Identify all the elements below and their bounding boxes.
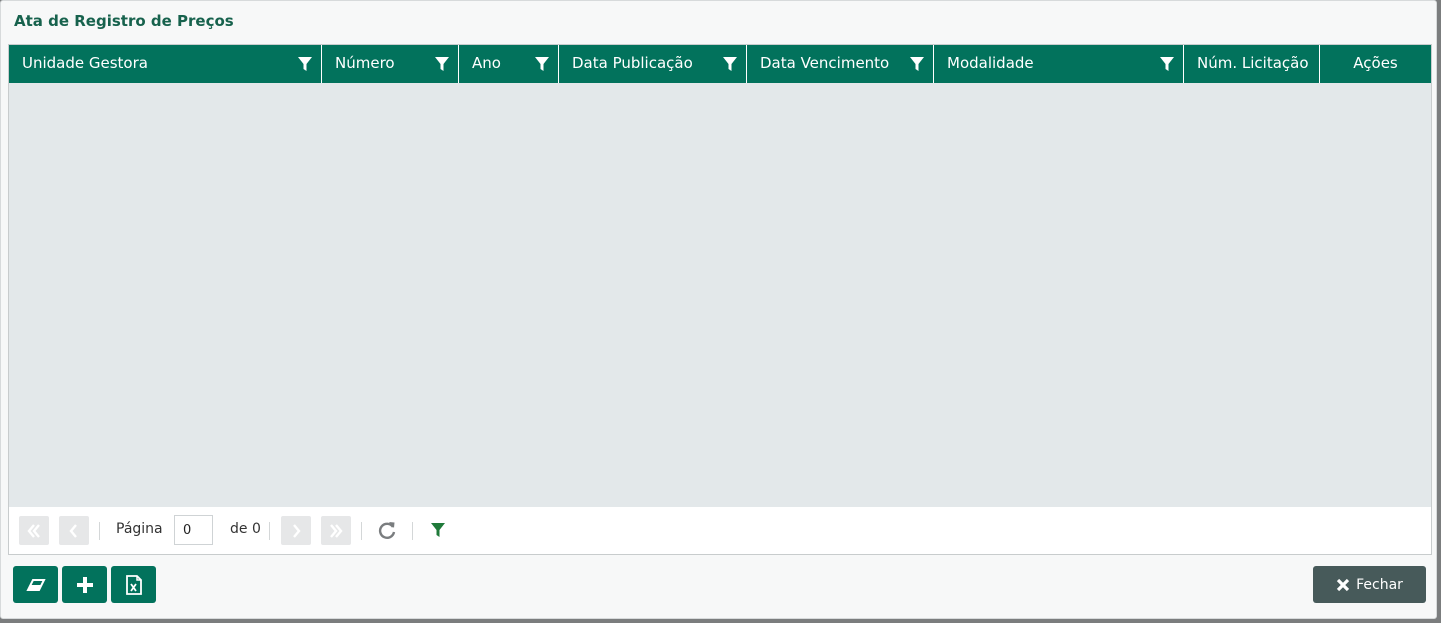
- export-excel-button[interactable]: [111, 566, 156, 603]
- column-label: Número: [335, 54, 395, 72]
- eraser-icon: [25, 578, 46, 591]
- filter-icon[interactable]: [434, 56, 450, 72]
- refresh-button[interactable]: [376, 519, 398, 541]
- next-page-button[interactable]: [281, 516, 311, 545]
- refresh-icon: [378, 522, 396, 539]
- column-label: Data Publicação: [572, 54, 693, 72]
- chevron-left-icon: [69, 523, 77, 538]
- page-label: Página: [116, 521, 163, 537]
- column-header-data-vencimento[interactable]: Data Vencimento: [747, 45, 934, 83]
- double-chevron-right-icon: [330, 523, 343, 538]
- column-header-acoes: Ações: [1320, 45, 1431, 83]
- close-button[interactable]: Fechar: [1313, 566, 1426, 603]
- column-label: Modalidade: [947, 54, 1034, 72]
- column-header-data-publicacao[interactable]: Data Publicação: [559, 45, 747, 83]
- grid-panel: Unidade Gestora Número Ano Data Publicaç…: [8, 44, 1432, 555]
- pager-separator: [412, 522, 413, 540]
- close-label: Fechar: [1356, 576, 1403, 593]
- column-header-unidade-gestora[interactable]: Unidade Gestora: [9, 45, 322, 83]
- dialog-title: Ata de Registro de Preços: [14, 12, 234, 30]
- filter-icon[interactable]: [297, 56, 313, 72]
- filter-icon[interactable]: [909, 56, 925, 72]
- column-header-modalidade[interactable]: Modalidade: [934, 45, 1184, 83]
- column-header-ano[interactable]: Ano: [459, 45, 559, 83]
- page-number-input[interactable]: [174, 515, 213, 545]
- clear-button[interactable]: [13, 566, 58, 603]
- add-button[interactable]: [62, 566, 107, 603]
- filter-icon[interactable]: [722, 56, 738, 72]
- dialog-window: Ata de Registro de Preços Unidade Gestor…: [0, 0, 1437, 619]
- double-chevron-left-icon: [27, 523, 40, 538]
- chevron-right-icon: [293, 523, 301, 538]
- pager-separator: [361, 522, 362, 540]
- last-page-button[interactable]: [321, 516, 351, 545]
- column-label: Unidade Gestora: [22, 54, 148, 72]
- plus-icon: [76, 576, 93, 593]
- column-label: Ações: [1353, 54, 1398, 72]
- grid-body-empty: [9, 83, 1431, 507]
- column-header-num-licitacao[interactable]: Núm. Licitação: [1184, 45, 1320, 83]
- pager-separator: [99, 522, 100, 540]
- close-icon: [1336, 578, 1350, 591]
- pager: Página de 0: [9, 507, 1431, 554]
- excel-file-icon: [125, 574, 142, 595]
- filter-icon[interactable]: [1159, 56, 1175, 72]
- first-page-button[interactable]: [19, 516, 49, 545]
- previous-page-button[interactable]: [59, 516, 89, 545]
- column-header-numero[interactable]: Número: [322, 45, 459, 83]
- pager-separator: [269, 522, 270, 540]
- filter-toggle-button[interactable]: [427, 519, 449, 541]
- column-label: Ano: [472, 54, 501, 72]
- page-count-label: de 0: [230, 521, 261, 537]
- column-label: Data Vencimento: [760, 54, 890, 72]
- column-label: Núm. Licitação: [1197, 54, 1309, 72]
- filter-icon[interactable]: [534, 56, 550, 72]
- grid-header: Unidade Gestora Número Ano Data Publicaç…: [9, 45, 1431, 83]
- filter-icon: [431, 523, 445, 537]
